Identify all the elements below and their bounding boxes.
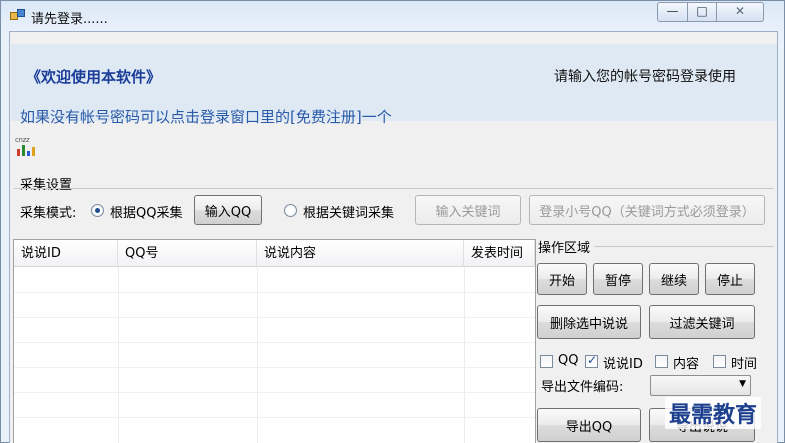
operations-title: 操作区域	[538, 241, 591, 256]
row-divider	[14, 342, 535, 343]
radio-by-qq[interactable]	[91, 204, 104, 217]
login-small-account-button[interactable]: 登录小号QQ（关键词方式必须登录）	[529, 195, 765, 225]
delete-selected-button[interactable]: 删除选中说说	[537, 305, 641, 339]
export-qq-label: QQ	[558, 353, 579, 368]
stop-button[interactable]: 停止	[705, 263, 755, 295]
watermark-text: 最需教育	[665, 397, 762, 429]
collect-settings-title: 采集设置	[20, 178, 73, 193]
radio-by-keyword-label[interactable]: 根据关键词采集	[303, 202, 394, 221]
input-qq-button[interactable]: 输入QQ	[194, 195, 262, 225]
results-table[interactable]: 说说ID QQ号 说说内容 发表时间	[13, 239, 536, 443]
export-id-label: 说说ID	[603, 357, 643, 372]
start-button[interactable]: 开始	[537, 263, 587, 295]
export-id-checkbox[interactable]	[585, 353, 598, 368]
radio-by-qq-label[interactable]: 根据QQ采集	[110, 202, 182, 221]
stats-icon[interactable]: cnzz	[15, 136, 37, 158]
row-divider	[14, 392, 535, 393]
maximize-button[interactable]: □	[687, 2, 717, 22]
window-title: 请先登录......	[31, 12, 108, 27]
collect-group-divider	[14, 188, 774, 189]
pause-button[interactable]: 暂停	[593, 263, 643, 295]
export-qq-button[interactable]: 导出QQ	[537, 408, 641, 442]
encoding-select[interactable]: ▼	[650, 375, 751, 396]
resume-button[interactable]: 继续	[649, 263, 699, 295]
row-divider	[14, 317, 535, 318]
column-header[interactable]: 说说ID	[14, 240, 118, 267]
export-time-checkbox[interactable]	[713, 355, 726, 368]
encoding-label: 导出文件编码:	[541, 380, 624, 395]
login-hint-text: 请输入您的帐号密码登录使用	[554, 69, 736, 85]
input-keyword-button[interactable]: 输入关键词	[415, 195, 521, 225]
row-divider	[14, 292, 535, 293]
client-area: 《欢迎使用本软件》 请输入您的帐号密码登录使用 如果没有帐号密码可以点击登录窗口…	[9, 31, 778, 443]
title-bar[interactable]: 请先登录...... — □ ✕	[1, 1, 784, 32]
column-header[interactable]: QQ号	[118, 240, 257, 267]
export-qq-checkbox[interactable]	[540, 355, 553, 368]
close-button[interactable]: ✕	[716, 2, 764, 22]
column-header[interactable]: 说说内容	[257, 240, 464, 267]
register-hint-text: 如果没有帐号密码可以点击登录窗口里的[免费注册]一个	[20, 108, 392, 126]
minimize-button[interactable]: —	[657, 2, 688, 22]
table-header: 说说ID QQ号 说说内容 发表时间	[14, 240, 535, 267]
collect-mode-label: 采集模式:	[20, 206, 77, 221]
operations-divider	[594, 246, 774, 247]
chevron-down-icon: ▼	[739, 379, 746, 389]
radio-by-keyword[interactable]	[284, 204, 297, 217]
export-content-label: 内容	[673, 357, 700, 372]
column-header[interactable]: 发表时间	[464, 240, 535, 267]
main-window: 请先登录...... — □ ✕ 《欢迎使用本软件》 请输入您的帐号密码登录使用…	[0, 0, 785, 443]
app-icon	[10, 9, 26, 23]
filter-keywords-button[interactable]: 过滤关键词	[649, 305, 755, 339]
welcome-text: 《欢迎使用本软件》	[26, 68, 162, 86]
export-content-checkbox[interactable]	[655, 355, 668, 368]
export-time-label: 时间	[731, 357, 758, 372]
row-divider	[14, 367, 535, 368]
row-divider	[14, 417, 535, 418]
